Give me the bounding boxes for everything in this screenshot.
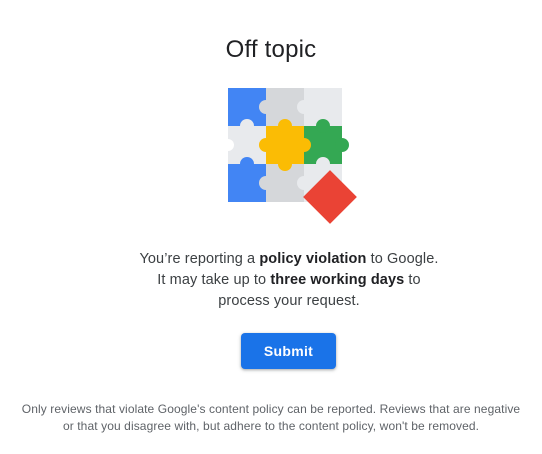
message-bold-policy-violation: policy violation <box>259 251 367 267</box>
submit-button[interactable]: Submit <box>241 333 336 369</box>
message-bold-working-days: three working days <box>270 272 405 288</box>
dialog-title: Off topic <box>225 36 317 63</box>
policy-footnote: Only reviews that violate Google's conte… <box>21 402 521 433</box>
message-text-1: You’re reporting a <box>139 251 260 267</box>
report-dialog: Off topic You’re reporting a policy viol… <box>0 0 542 454</box>
report-message: You’re reporting a policy violation to G… <box>136 249 442 312</box>
puzzle-pieces-illustration <box>225 88 357 224</box>
